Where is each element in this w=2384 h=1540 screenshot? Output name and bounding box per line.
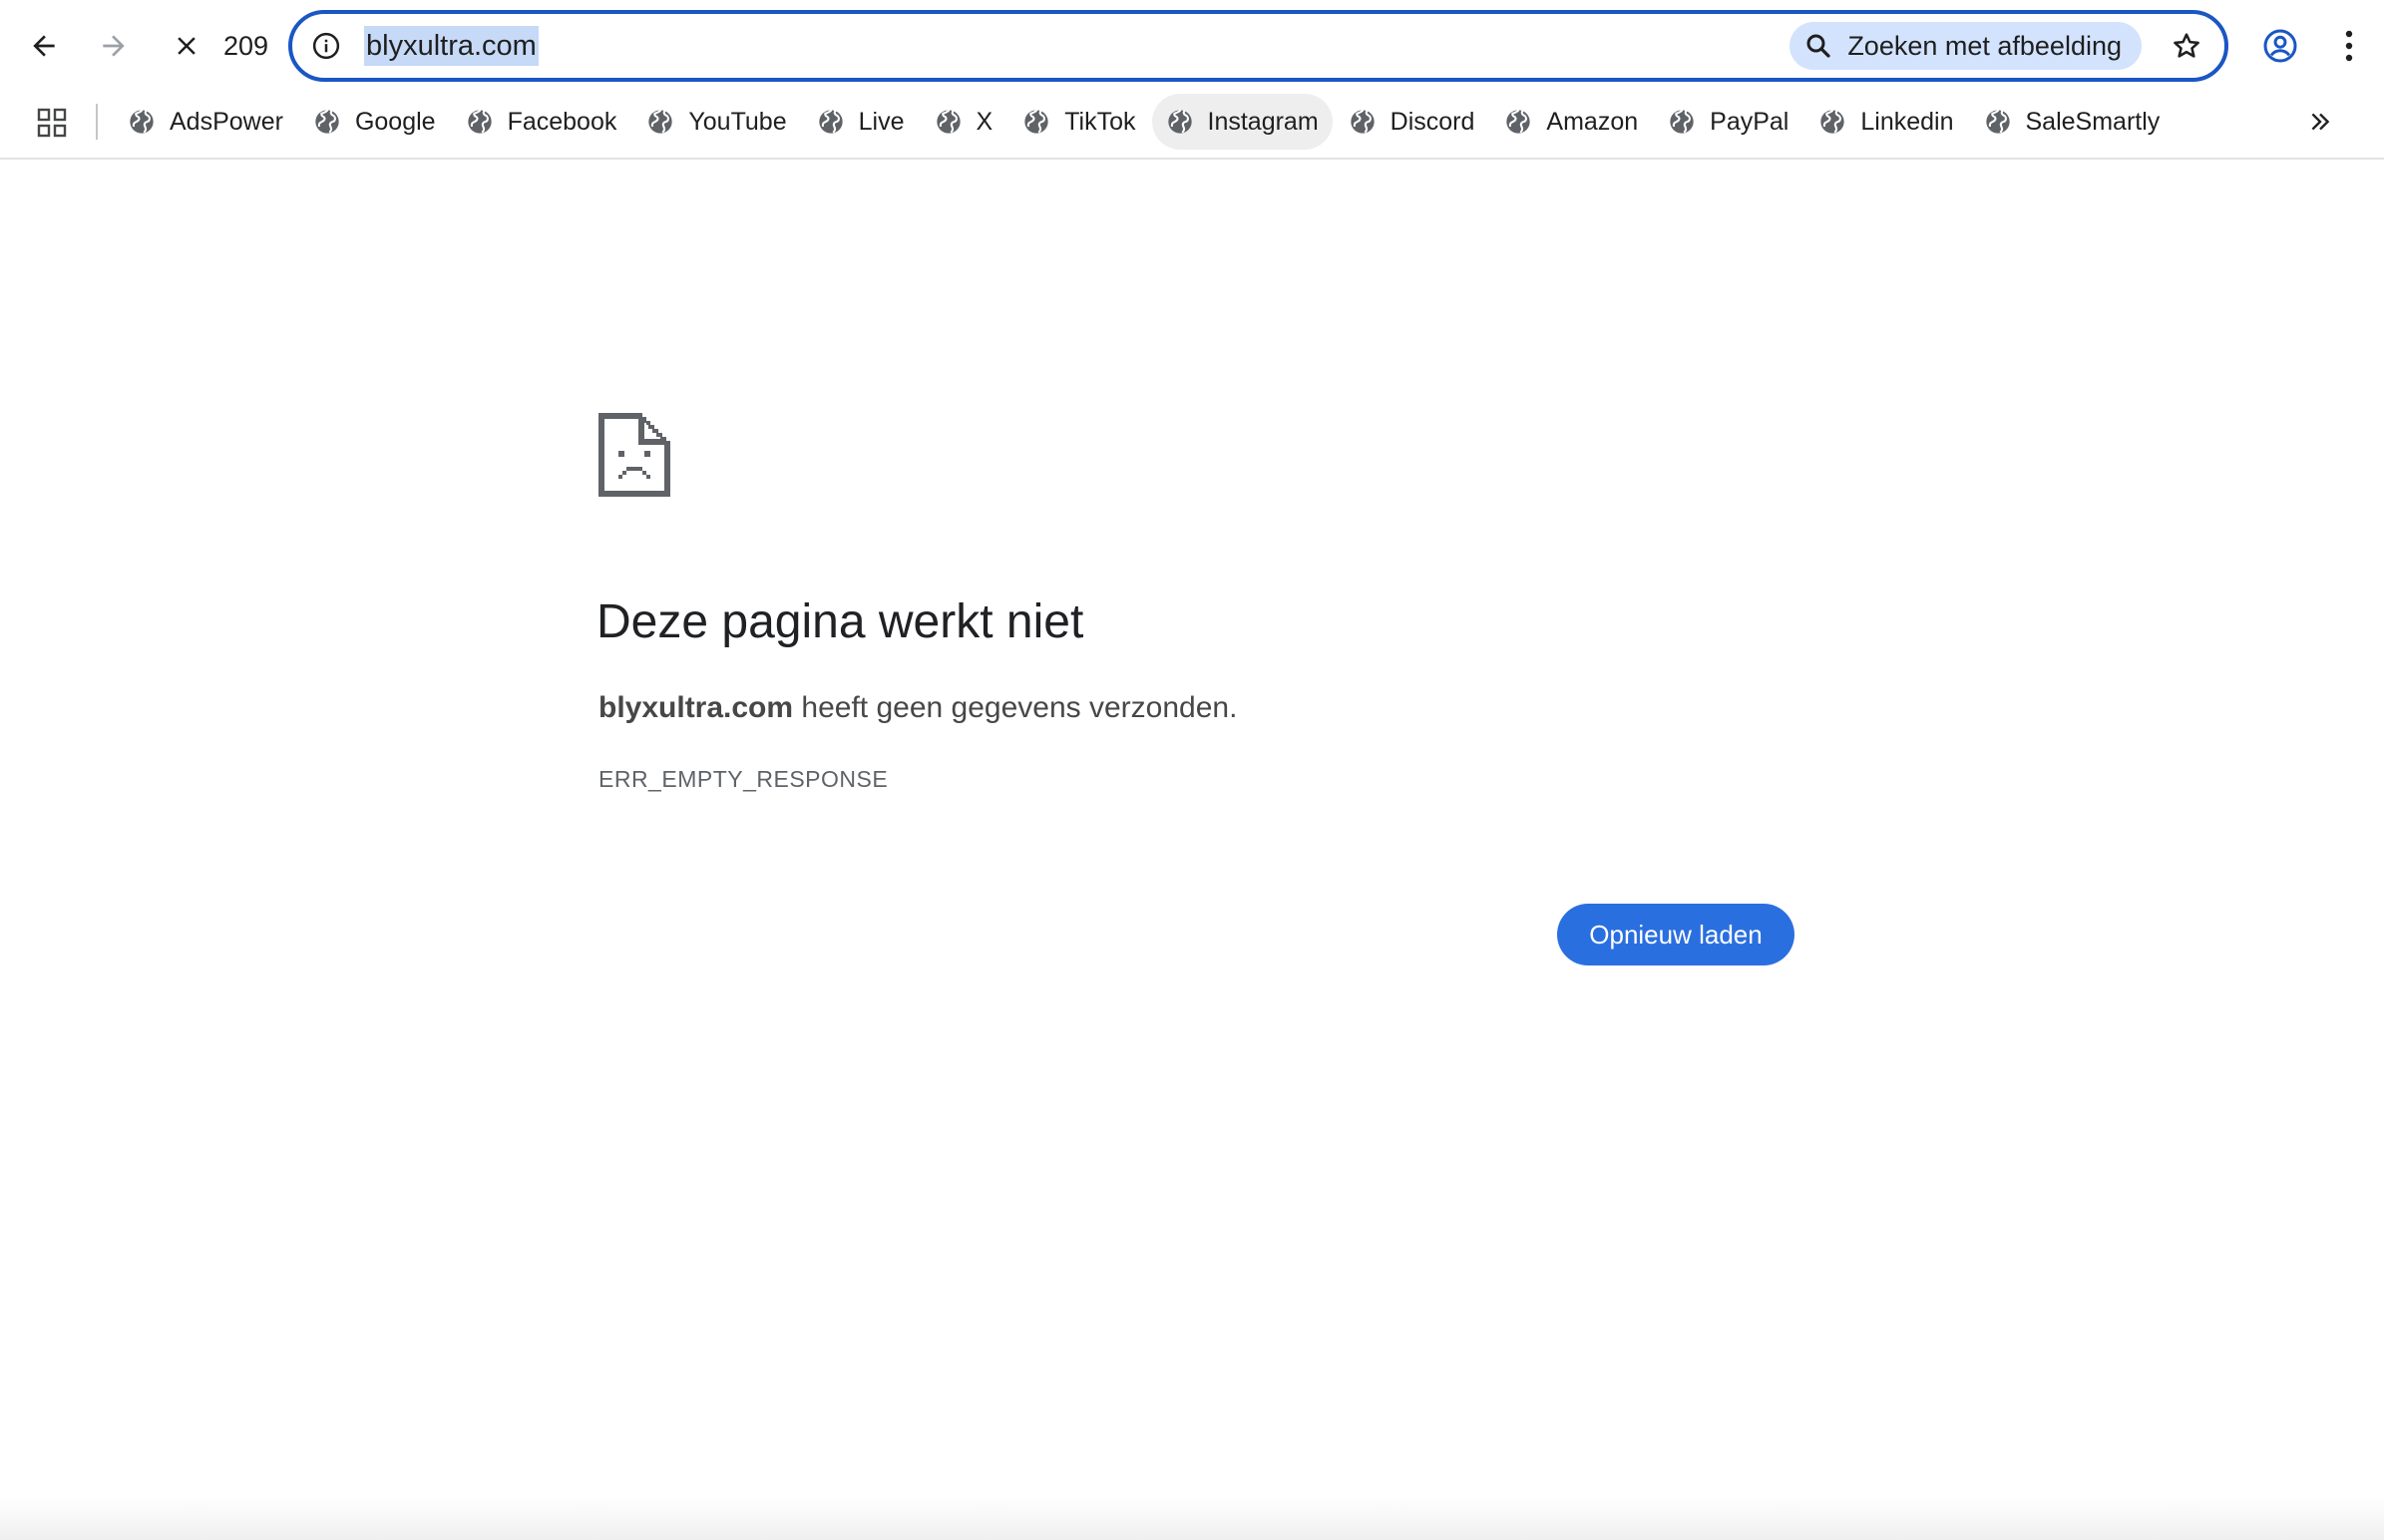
bookmark-label: Live <box>858 107 905 136</box>
account-circle-icon <box>2263 29 2297 63</box>
globe-icon <box>313 108 341 136</box>
bookmark-item-google[interactable]: Google <box>299 94 450 150</box>
bookmarks-divider <box>96 104 98 140</box>
bookmark-star-button[interactable] <box>2165 24 2208 68</box>
bookmark-item-facebook[interactable]: Facebook <box>452 94 631 150</box>
globe-icon <box>817 108 845 136</box>
globe-icon <box>646 108 674 136</box>
apps-button[interactable] <box>32 103 72 143</box>
bottom-shadow <box>0 1496 2384 1540</box>
bookmark-item-amazon[interactable]: Amazon <box>1490 94 1652 150</box>
search-with-image-button[interactable]: Zoeken met afbeelding <box>1789 22 2142 70</box>
bookmark-label: SaleSmartly <box>2025 107 2161 136</box>
arrow-left-icon <box>33 35 55 57</box>
forward-button[interactable] <box>84 14 144 78</box>
arrow-right-icon <box>103 35 125 57</box>
address-bar[interactable]: blyxultra.com Zoeken met afbeelding <box>288 10 2228 82</box>
bookmark-item-paypal[interactable]: PayPal <box>1654 94 1802 150</box>
bookmark-item-tiktok[interactable]: TikTok <box>1008 94 1149 150</box>
star-icon <box>2174 33 2199 58</box>
globe-icon <box>935 108 963 136</box>
globe-icon <box>1504 108 1532 136</box>
bookmark-item-x[interactable]: X <box>921 94 1007 150</box>
info-icon <box>312 32 340 60</box>
globe-icon <box>1166 108 1194 136</box>
globe-icon <box>1022 108 1050 136</box>
globe-icon <box>1668 108 1696 136</box>
bookmark-label: AdsPower <box>170 107 283 136</box>
globe-icon <box>128 108 156 136</box>
bookmark-item-linkedin[interactable]: Linkedin <box>1804 94 1967 150</box>
error-description: blyxultra.com heeft geen gegevens verzon… <box>598 686 1237 730</box>
profile-button[interactable] <box>2252 18 2308 74</box>
sad-page-icon <box>598 413 670 497</box>
error-title: Deze pagina werkt niet <box>596 595 1084 648</box>
bookmark-list: AdsPower Google Facebook YouTube Live X TikTok… <box>114 92 2176 152</box>
reload-button[interactable]: Opnieuw laden <box>1557 904 1794 965</box>
bookmark-label: Facebook <box>507 107 617 136</box>
error-host: blyxultra.com <box>598 691 794 724</box>
error-code: ERR_EMPTY_RESPONSE <box>598 766 889 792</box>
bookmark-label: X <box>976 107 993 136</box>
bookmark-item-instagram[interactable]: Instagram <box>1151 94 1333 150</box>
search-icon <box>1806 34 1830 58</box>
grid-icon <box>37 108 67 138</box>
error-message: heeft geen gegevens verzonden. <box>793 691 1238 724</box>
more-bookmarks-button[interactable] <box>2300 102 2340 142</box>
bookmark-label: Instagram <box>1207 107 1319 136</box>
bookmark-item-live[interactable]: Live <box>803 94 919 150</box>
bookmark-item-youtube[interactable]: YouTube <box>632 94 800 150</box>
globe-icon <box>1349 108 1377 136</box>
search-with-image-label: Zoeken met afbeelding <box>1847 30 2122 61</box>
back-button[interactable] <box>14 14 74 78</box>
more-vertical-icon <box>2345 30 2353 62</box>
close-icon <box>178 37 196 55</box>
bookmark-label: Amazon <box>1546 107 1639 136</box>
bookmark-label: TikTok <box>1064 107 1136 136</box>
bookmark-item-adspower[interactable]: AdsPower <box>114 94 297 150</box>
stop-loading-button[interactable] <box>157 14 216 78</box>
url-text[interactable]: blyxultra.com <box>364 26 539 66</box>
bookmark-item-discord[interactable]: Discord <box>1335 94 1489 150</box>
bookmarks-bar: AdsPower Google Facebook YouTube Live X TikTok… <box>0 92 2384 160</box>
globe-icon <box>1984 108 2012 136</box>
bookmark-label: Google <box>354 107 436 136</box>
chevron-double-right-icon <box>2311 113 2330 131</box>
browser-menu-button[interactable] <box>2324 18 2374 74</box>
bookmark-label: PayPal <box>1710 107 1789 136</box>
bookmark-label: Discord <box>1390 107 1475 136</box>
site-info-button[interactable] <box>308 28 344 64</box>
globe-icon <box>1818 108 1846 136</box>
browser-toolbar: 209 blyxultra.com Zoeken met afbeelding <box>0 0 2384 92</box>
bookmark-label: YouTube <box>688 107 787 136</box>
tab-count: 209 <box>223 31 269 61</box>
bookmark-item-salesmartly[interactable]: SaleSmartly <box>1970 94 2175 150</box>
bookmark-label: Linkedin <box>1860 107 1954 136</box>
globe-icon <box>466 108 494 136</box>
